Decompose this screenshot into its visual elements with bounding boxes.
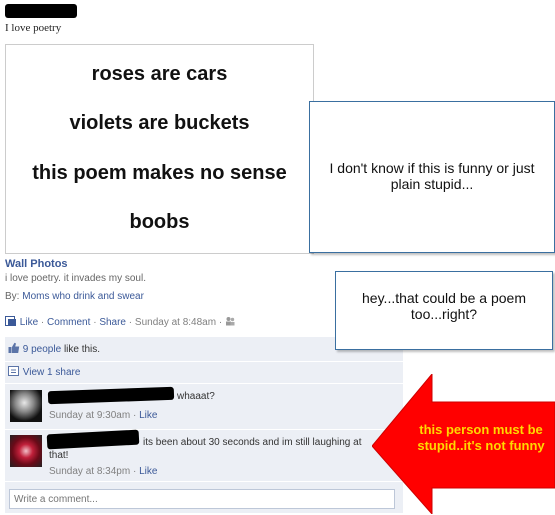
- arrow-annotation-text: this person must be stupid..it's not fun…: [417, 422, 545, 453]
- author-link[interactable]: Moms who drink and swear: [22, 291, 144, 302]
- poem-line-1: roses are cars: [91, 63, 228, 85]
- album-link[interactable]: Wall Photos: [5, 258, 68, 270]
- comment-text-continued: that!: [49, 450, 69, 461]
- view-shares-link[interactable]: View 1 share: [23, 367, 81, 378]
- annotation-text: hey...that could be a poem too...right?: [362, 290, 526, 322]
- photo-caption: i love poetry. it invades my soul.: [5, 273, 146, 284]
- poem-line-2: violets are buckets: [69, 112, 250, 134]
- friends-icon[interactable]: [225, 316, 235, 326]
- divider: [5, 429, 403, 430]
- like-link[interactable]: Like: [20, 317, 38, 328]
- annotation-box-2: hey...that could be a poem too...right?: [335, 271, 553, 350]
- comment-meta: Sunday at 9:30am · Like: [49, 410, 157, 421]
- post-text: I love poetry: [5, 22, 62, 34]
- comment-like-link[interactable]: Like: [139, 410, 157, 421]
- poem-line-4: boobs: [129, 211, 190, 233]
- annotation-box-1: I don't know if this is funny or just pl…: [309, 101, 555, 253]
- comment-timestamp[interactable]: Sunday at 9:30am: [49, 410, 130, 421]
- redacted-name: [5, 4, 77, 18]
- likes-suffix: like this.: [63, 344, 101, 355]
- separator: ·: [93, 317, 97, 328]
- by-prefix: By:: [5, 291, 20, 302]
- divider: [5, 361, 403, 362]
- feedback-area: [5, 337, 403, 513]
- comment-like-link[interactable]: Like: [139, 466, 157, 477]
- post-timestamp[interactable]: Sunday at 8:48am: [135, 317, 216, 328]
- comment-link[interactable]: Comment: [47, 317, 90, 328]
- action-bar: Like · Comment · Share · Sunday at 8:48a…: [5, 316, 235, 328]
- likes-summary: 9 people like this.: [8, 342, 100, 355]
- poem-photo[interactable]: roses are cars violets are buckets this …: [5, 44, 314, 254]
- divider: [5, 481, 403, 482]
- share-link[interactable]: Share: [99, 317, 126, 328]
- likes-count-link[interactable]: 9 people: [23, 344, 61, 355]
- separator: ·: [132, 466, 137, 477]
- separator: ·: [132, 410, 137, 421]
- comment-input[interactable]: [9, 489, 395, 509]
- separator: ·: [128, 317, 133, 328]
- comment-text: its been about 30 seconds and im still l…: [143, 437, 362, 448]
- divider: [5, 383, 403, 384]
- separator: ·: [218, 317, 223, 328]
- comment-timestamp[interactable]: Sunday at 8:34pm: [49, 466, 130, 477]
- comment-text: whaaat?: [177, 391, 215, 402]
- poem-line-3: this poem makes no sense: [32, 162, 287, 184]
- annotation-text: I don't know if this is funny or just pl…: [329, 160, 535, 192]
- by-line: By: Moms who drink and swear: [5, 291, 144, 302]
- commenter-avatar[interactable]: [10, 435, 42, 467]
- page-icon: [5, 316, 16, 326]
- shares-row[interactable]: View 1 share: [8, 366, 80, 378]
- comment-meta: Sunday at 8:34pm · Like: [49, 466, 157, 477]
- share-icon: [8, 366, 19, 376]
- commenter-avatar[interactable]: [10, 390, 42, 422]
- separator: ·: [40, 317, 45, 328]
- thumbs-up-icon: [8, 342, 20, 353]
